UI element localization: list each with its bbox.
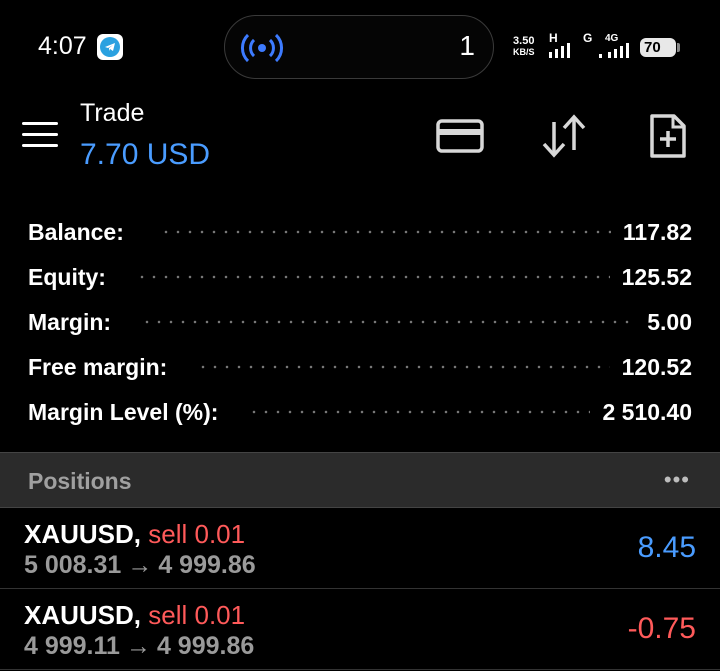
equity-row: Equity: 125.52 [28,262,692,292]
position-row[interactable]: XAUUSD, sell 0.01 5 008.31 → 4 999.86 8.45 [0,509,720,589]
margin-level-label: Margin Level (%): [28,398,219,425]
open-price: 5 008.31 [24,551,122,579]
broadcast-icon [237,28,287,73]
current-price: 4 999.86 [158,551,256,579]
telegram-icon [97,34,123,60]
position-symbol-line: XAUUSD, sell 0.01 [24,519,245,550]
margin-level-value: 2 510.40 [602,398,692,425]
free-margin-row: Free margin: 120.52 [28,352,692,382]
position-row[interactable]: XAUUSD, sell 0.01 4 999.11 → 4 999.86 -0.7… [0,590,720,670]
battery-icon: 70 [640,38,680,57]
arrow-right-icon: → [125,632,151,660]
position-prices: 4 999.11 → 4 999.86 [24,632,254,661]
free-margin-label: Free margin: [28,353,168,380]
margin-value: 5.00 [647,308,692,335]
positions-title: Positions [28,468,132,494]
net-speed-value: 3.50 [513,35,535,47]
live-count: 1 [459,30,475,61]
new-order-icon[interactable] [648,112,688,165]
equity-label: Equity: [28,263,106,290]
signal-icon-1 [549,43,570,58]
signal-icon-2 [599,43,629,58]
equity-value: 125.52 [621,263,692,290]
dotted-leader [159,230,611,234]
margin-label: Margin: [28,308,112,335]
margin-level-row: Margin Level (%): 2 510.40 [28,397,692,427]
network-type-g: G [583,31,593,45]
position-symbol-line: XAUUSD, sell 0.01 [24,600,245,631]
profit-summary: 7.70 USD [80,138,211,171]
position-prices: 5 008.31 → 4 999.86 [24,551,256,580]
positions-header: Positions ••• [0,452,720,508]
margin-row: Margin: 5.00 [28,307,692,337]
dotted-leader [197,365,610,369]
menu-icon[interactable] [22,122,58,148]
dotted-leader [248,410,591,414]
net-speed-unit: KB/S [513,47,535,57]
arrow-right-icon: → [127,551,153,579]
status-time: 4:07 [38,32,87,60]
dotted-leader [135,275,610,279]
net-speed: 3.50 KB/S [513,36,535,58]
open-price: 4 999.11 [24,632,120,660]
free-margin-value: 120.52 [621,353,692,380]
position-side: sell 0.01 [148,600,246,630]
position-profit: -0.75 [627,612,696,645]
position-profit: 8.45 [637,531,696,564]
position-symbol: XAUUSD, [24,519,142,549]
balance-row: Balance: 117.82 [28,217,692,247]
sort-icon[interactable] [540,112,588,165]
position-symbol: XAUUSD, [24,600,142,630]
current-price: 4 999.86 [156,632,255,660]
status-bar: 4:07 1 3.50 KB/S H G 4G 70 [0,0,720,92]
page-title: Trade [80,99,145,127]
more-icon[interactable]: ••• [664,467,690,493]
card-icon[interactable] [436,118,484,159]
live-activity-pill[interactable]: 1 [224,15,494,79]
balance-value: 117.82 [622,218,692,245]
dotted-leader [141,320,636,324]
balance-label: Balance: [28,218,124,245]
position-side: sell 0.01 [148,519,246,549]
